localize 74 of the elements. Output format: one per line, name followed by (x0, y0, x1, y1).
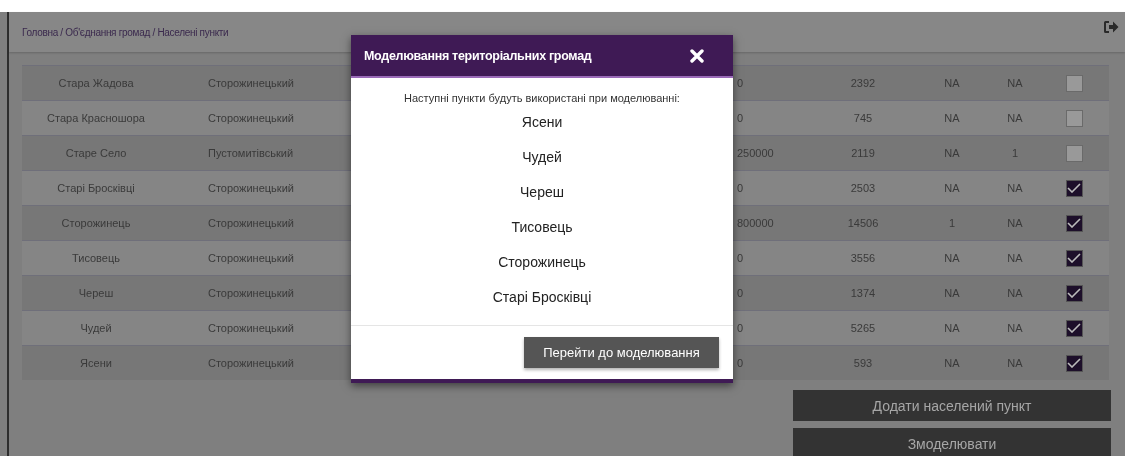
table-cell-text: NA (943, 182, 961, 194)
table-cell-text: NA (1006, 77, 1024, 89)
table-cell-text: NA (943, 322, 961, 334)
table-cell-text: NA (1006, 217, 1024, 229)
table-cell-text: Сторожинець (60, 217, 132, 229)
table-cell-text: NA (1006, 357, 1024, 369)
table-cell-text: 2392 (849, 77, 877, 89)
settlement-name: Чудей (522, 148, 562, 167)
breadcrumb[interactable]: Головна / Об'єднання громад / Населені пункти (22, 26, 229, 38)
table-cell-text: 0 (737, 322, 745, 334)
checkbox[interactable] (1065, 74, 1083, 92)
table-cell-text: Череш (77, 287, 115, 299)
table-cell-text: 14506 (846, 217, 880, 229)
checkbox[interactable] (1065, 319, 1083, 337)
table-cell-text: NA (943, 287, 961, 299)
table-cell-text: 250000 (737, 147, 775, 159)
table-cell-text: NA (943, 112, 961, 124)
table-cell-text: 1 (1010, 147, 1020, 159)
table-cell-text: NA (1006, 322, 1024, 334)
table-cell-text: Сторожинецький (207, 322, 295, 334)
table-cell-text: Старе Село (64, 147, 128, 159)
table-cell-text: Стара Красношора (46, 112, 146, 124)
table-cell-text: NA (943, 357, 961, 369)
checkbox[interactable] (1065, 109, 1083, 127)
table-cell-text: 3556 (849, 252, 877, 264)
action-button[interactable]: Додати населений пункт (793, 390, 1111, 421)
table-cell-text: NA (943, 252, 961, 264)
modal-message: Наступні пункти будуть використані при моделюванні: (404, 92, 680, 104)
proceed-button[interactable]: Перейти до моделювання (524, 337, 719, 368)
table-cell-text: Тисовець (71, 252, 121, 264)
table-cell-text: NA (943, 77, 961, 89)
table-cell-text: Сторожинецький (207, 217, 295, 229)
table-cell-text: 1374 (849, 287, 877, 299)
settlement-name: Старі Бросківці (492, 288, 592, 307)
checkbox[interactable] (1065, 354, 1083, 372)
logout-icon[interactable] (1103, 20, 1119, 34)
checkbox[interactable] (1065, 284, 1083, 302)
table-cell-text: Ясени (79, 357, 113, 369)
table-cell-text: Сторожинецький (207, 77, 295, 89)
table-cell-text: NA (1006, 252, 1024, 264)
table-cell-text: Старі Бросківці (56, 182, 136, 194)
table-cell-text: 745 (852, 112, 874, 124)
table-cell-text: Пустомитівський (207, 147, 295, 159)
table-cell-text: Сторожинецький (207, 112, 295, 124)
table-cell-text: 2503 (849, 182, 877, 194)
checkbox[interactable] (1065, 249, 1083, 267)
table-cell-text: NA (943, 147, 961, 159)
table-cell-text: Сторожинецький (207, 287, 295, 299)
table-cell-text: Сторожинецький (207, 357, 295, 369)
table-cell-text: Сторожинецький (207, 182, 295, 194)
table-cell-text: NA (1006, 182, 1024, 194)
table-cell-text: 593 (852, 357, 874, 369)
settlement-name: Сторожинець (498, 253, 586, 272)
settlement-name: Ясени (521, 113, 563, 132)
settlement-name: Череш (520, 183, 564, 202)
modal-title: Моделювання територіальних громад (364, 48, 592, 63)
table-cell-text: Сторожинецький (207, 252, 295, 264)
table-cell-text: 5265 (849, 322, 877, 334)
table-cell-text: 0 (737, 112, 745, 124)
table-cell-text: Чудей (79, 322, 113, 334)
checkbox[interactable] (1065, 179, 1083, 197)
table-cell-text: 0 (737, 182, 745, 194)
action-button[interactable]: Змоделювати (793, 428, 1111, 456)
checkbox[interactable] (1065, 144, 1083, 162)
table-cell-text: 1 (947, 217, 957, 229)
table-cell-text: 2119 (850, 147, 876, 159)
table-cell-text: Стара Жадова (57, 77, 135, 89)
table-cell-text: NA (1006, 287, 1024, 299)
checkbox[interactable] (1065, 214, 1083, 232)
close-icon[interactable] (690, 48, 704, 63)
table-cell-text: 0 (737, 252, 745, 264)
settlement-name: Тисовець (511, 218, 573, 237)
table-cell-text: NA (1006, 112, 1024, 124)
table-cell-text: 800000 (737, 217, 775, 229)
